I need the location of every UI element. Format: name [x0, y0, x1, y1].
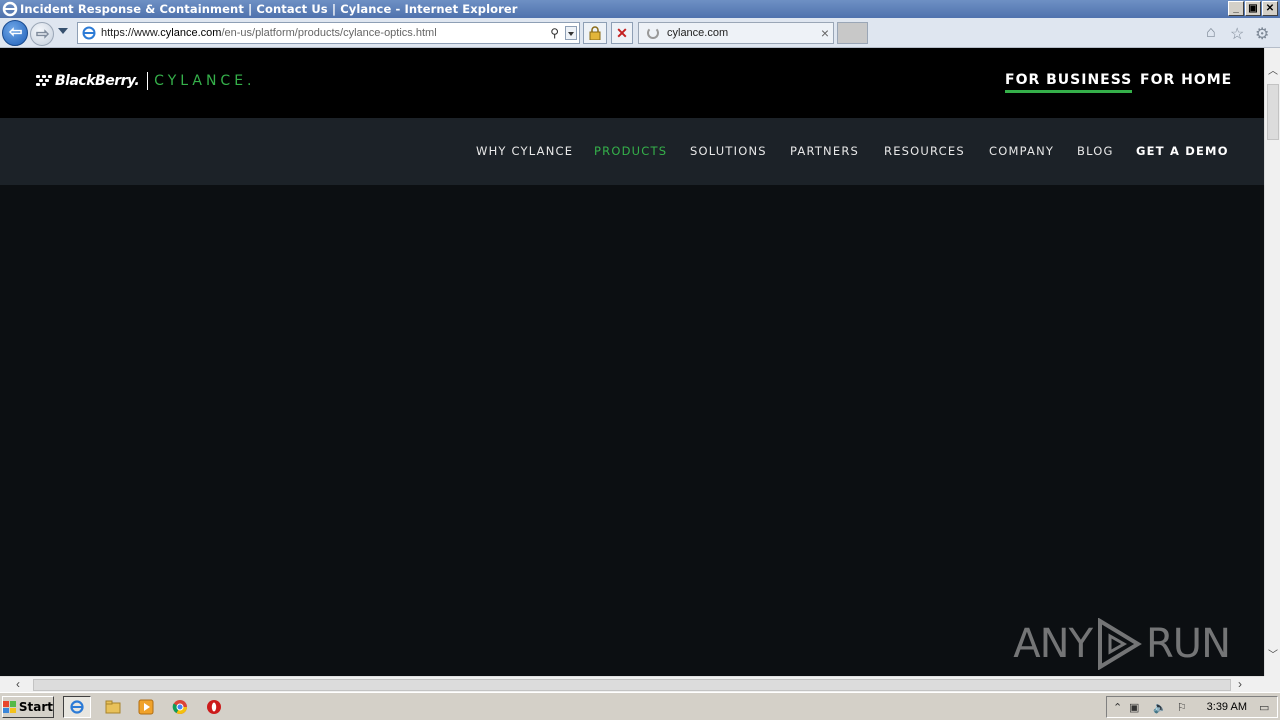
nav-company[interactable]: COMPANY [989, 144, 1054, 158]
lock-icon [589, 26, 601, 40]
play-triangle-icon [1098, 618, 1142, 670]
history-dropdown-icon[interactable] [58, 28, 68, 34]
back-button[interactable]: ⇦ [2, 20, 28, 46]
internet-explorer-icon [70, 700, 84, 714]
scroll-left-icon[interactable]: ‹ [16, 677, 20, 691]
url-path: /en-us/platform/products/cylance-optics.… [221, 27, 437, 39]
volume-icon[interactable]: 🔈 [1153, 701, 1167, 714]
for-home-link[interactable]: FOR HOME [1140, 72, 1232, 88]
show-desktop-icon[interactable]: ▭ [1259, 701, 1269, 714]
scroll-down-icon[interactable]: ﹀ [1268, 646, 1278, 661]
stop-icon: ✕ [616, 24, 628, 41]
horizontal-scroll-thumb[interactable] [33, 679, 1231, 691]
taskbar-internet-explorer[interactable] [63, 696, 91, 718]
back-icon: ⇦ [9, 24, 23, 41]
stop-button[interactable]: ✕ [611, 22, 633, 44]
nav-partners[interactable]: PARTNERS [790, 144, 859, 158]
address-url[interactable]: https://www.cylance.com/en-us/platform/p… [101, 27, 437, 39]
folder-icon [105, 700, 121, 714]
address-bar[interactable]: https://www.cylance.com/en-us/platform/p… [77, 22, 580, 44]
search-icon[interactable]: ⚲ [550, 26, 559, 40]
scrollbar-corner [1264, 676, 1280, 692]
start-button[interactable]: Start [2, 696, 54, 718]
loading-spinner-icon [647, 27, 659, 39]
tab-title: cylance.com [667, 27, 729, 39]
taskbar-opera[interactable] [200, 696, 228, 718]
address-dropdown-button[interactable] [565, 26, 577, 40]
nav-why-cylance[interactable]: WHY CYLANCE [476, 144, 573, 158]
logo-blackberry-text: BlackBerry. [55, 73, 140, 89]
tools-gear-icon[interactable]: ⚙ [1255, 24, 1269, 44]
main-navigation: WHY CYLANCE PRODUCTS SOLUTIONS PARTNERS … [0, 118, 1264, 185]
scroll-right-icon[interactable]: › [1238, 677, 1242, 691]
internet-explorer-icon [2, 1, 18, 17]
logo-cylance-text: CYLANCE. [154, 73, 256, 89]
window-title: Incident Response & Containment | Contac… [20, 2, 518, 16]
new-tab-button[interactable] [837, 22, 868, 44]
favorites-star-icon[interactable]: ☆ [1230, 24, 1244, 44]
minimize-button[interactable]: _ [1228, 1, 1244, 16]
url-prefix: https://www. [101, 27, 161, 39]
nav-resources[interactable]: RESOURCES [884, 144, 965, 158]
taskbar: Start ⌃ ▣ 🔈 ⚐ 3:39 AM ▭ [0, 692, 1280, 720]
chrome-icon [172, 700, 187, 714]
taskbar-explorer[interactable] [99, 696, 127, 718]
taskbar-media-player[interactable] [132, 696, 160, 718]
security-lock-button[interactable] [583, 22, 607, 44]
windows-flag-icon [3, 701, 16, 713]
watermark-right-text: RUN [1146, 621, 1231, 667]
close-button[interactable]: ✕ [1262, 1, 1278, 16]
watermark-left-text: ANY [1013, 621, 1093, 667]
anyrun-watermark: ANY RUN [1013, 618, 1231, 670]
logo-divider [147, 72, 149, 90]
vertical-scrollbar[interactable]: ︿ ﹀ [1264, 48, 1280, 676]
horizontal-scrollbar[interactable]: ‹ › [0, 676, 1264, 692]
clock[interactable]: 3:39 AM [1207, 701, 1247, 713]
get-a-demo-link[interactable]: GET A DEMO [1136, 144, 1229, 158]
forward-icon: ⇨ [36, 26, 50, 43]
browser-toolbar: ⇦ ⇨ https://www.cylance.com/en-us/platfo… [0, 18, 1280, 48]
start-label: Start [18, 700, 53, 714]
url-domain: cylance.com [160, 27, 222, 39]
hero-section [0, 185, 1264, 676]
opera-icon [207, 700, 221, 714]
system-tray: ⌃ ▣ 🔈 ⚐ 3:39 AM ▭ [1106, 696, 1278, 718]
vertical-scroll-thumb[interactable] [1267, 84, 1279, 140]
ie-page-icon [82, 26, 96, 40]
window-title-bar: Incident Response & Containment | Contac… [0, 0, 1280, 18]
restore-button[interactable]: ▣ [1245, 1, 1261, 16]
taskbar-chrome[interactable] [166, 696, 194, 718]
site-header: BlackBerry. CYLANCE. FOR BUSINESS FOR HO… [0, 48, 1264, 118]
show-hidden-icons-icon[interactable]: ⌃ [1113, 701, 1122, 714]
media-player-icon [138, 699, 154, 715]
nav-products[interactable]: PRODUCTS [594, 144, 667, 158]
for-business-link[interactable]: FOR BUSINESS [1005, 72, 1133, 93]
web-page: BlackBerry. CYLANCE. FOR BUSINESS FOR HO… [0, 48, 1264, 676]
blackberry-logo-icon [36, 75, 52, 87]
forward-button[interactable]: ⇨ [30, 22, 54, 46]
tab-close-icon[interactable]: × [821, 25, 829, 41]
network-icon[interactable]: ▣ [1129, 701, 1139, 714]
nav-blog[interactable]: BLOG [1077, 144, 1114, 158]
action-center-flag-icon[interactable]: ⚐ [1177, 701, 1187, 714]
blackberry-cylance-logo[interactable]: BlackBerry. CYLANCE. [36, 72, 256, 90]
scroll-up-icon[interactable]: ︿ [1268, 62, 1278, 77]
home-icon[interactable]: ⌂ [1206, 24, 1216, 42]
browser-tab[interactable]: cylance.com × [638, 22, 834, 44]
nav-solutions[interactable]: SOLUTIONS [690, 144, 767, 158]
